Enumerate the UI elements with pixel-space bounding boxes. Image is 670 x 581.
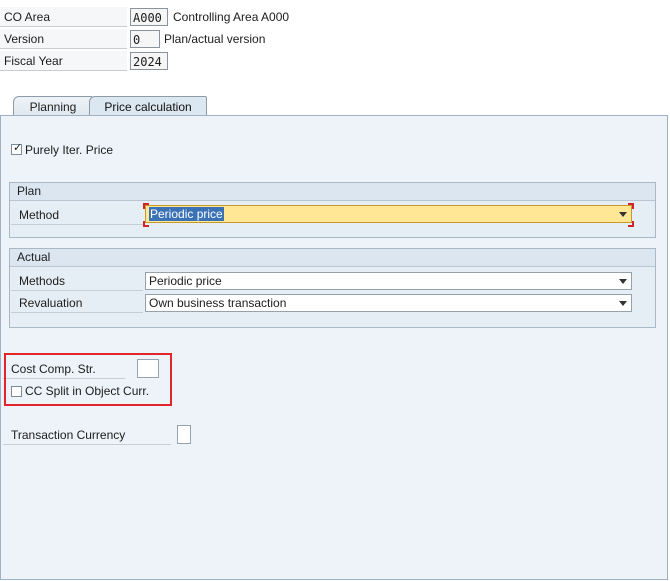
- co-area-field[interactable]: A000: [130, 8, 168, 26]
- focus-corner-icon: [143, 203, 149, 209]
- chevron-down-icon[interactable]: [619, 212, 627, 217]
- plan-method-value: Periodic price: [149, 207, 224, 221]
- transaction-currency-label: Transaction Currency: [3, 425, 171, 445]
- purely-iter-price-checkbox[interactable]: ✓: [11, 142, 23, 155]
- transaction-currency-input[interactable]: [177, 425, 191, 444]
- actual-group-title: Actual: [10, 249, 655, 267]
- plan-method-dropdown[interactable]: Periodic price: [145, 205, 632, 223]
- actual-methods-label: Methods: [11, 271, 143, 291]
- tab-strip: Planning Price calculation: [0, 96, 670, 116]
- fiscal-year-label: Fiscal Year: [0, 51, 127, 71]
- highlight-box: [4, 353, 172, 406]
- revaluation-value: Own business transaction: [149, 296, 287, 310]
- purely-iter-price-label: Purely Iter. Price: [25, 143, 114, 157]
- tab-planning[interactable]: Planning: [13, 96, 93, 116]
- checkmark-icon: ✓: [13, 142, 23, 154]
- fiscal-year-field[interactable]: 2024: [130, 52, 168, 70]
- version-field[interactable]: 0: [130, 30, 160, 48]
- plan-group-title: Plan: [10, 183, 655, 201]
- actual-methods-dropdown[interactable]: Periodic price: [145, 272, 632, 290]
- actual-methods-value: Periodic price: [149, 274, 222, 288]
- revaluation-label: Revaluation: [11, 293, 143, 313]
- focus-corner-icon: [628, 221, 634, 227]
- version-label: Version: [0, 29, 127, 49]
- co-area-label: CO Area: [0, 7, 127, 27]
- chevron-down-icon[interactable]: [619, 279, 627, 284]
- plan-method-label: Method: [11, 205, 143, 225]
- focus-corner-icon: [143, 221, 149, 227]
- chevron-down-icon[interactable]: [619, 301, 627, 306]
- co-area-description: Controlling Area A000: [173, 10, 290, 24]
- version-description: Plan/actual version: [164, 32, 266, 46]
- focus-corner-icon: [628, 203, 634, 209]
- revaluation-dropdown[interactable]: Own business transaction: [145, 294, 632, 312]
- tab-price-calculation[interactable]: Price calculation: [89, 96, 207, 116]
